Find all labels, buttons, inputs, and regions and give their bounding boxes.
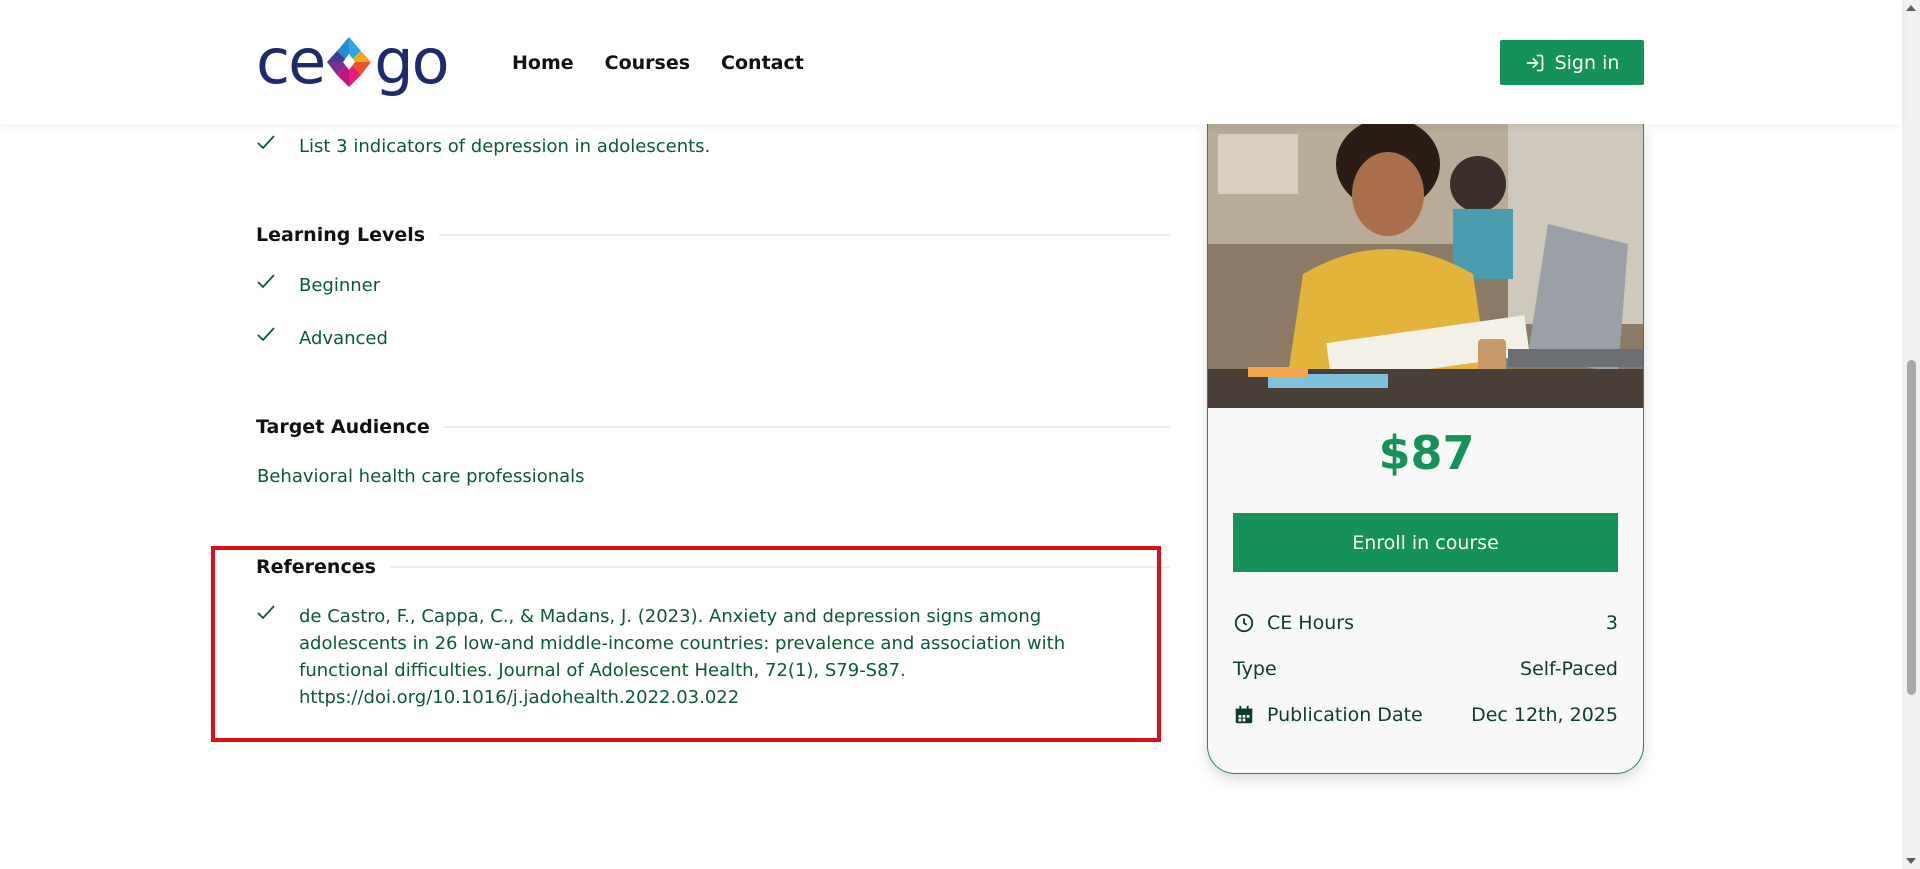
learning-level-item: Beginner [256, 272, 380, 299]
ce-hours-value: 3 [1605, 612, 1618, 634]
type-value: Self-Paced [1520, 658, 1618, 680]
sign-in-button[interactable]: Sign in [1500, 40, 1644, 85]
logo-mark-icon [327, 37, 372, 87]
target-audience-title: Target Audience [256, 416, 430, 438]
publication-date-label: Publication Date [1267, 704, 1423, 726]
check-icon [257, 274, 275, 289]
page-scrollbar[interactable] [1902, 0, 1920, 869]
scroll-up-arrow-icon[interactable] [1906, 5, 1916, 11]
site-header: ce go Home Courses Contact Sign in [0, 0, 1902, 124]
nav-contact[interactable]: Contact [721, 52, 804, 74]
target-audience-text: Behavioral health care professionals [257, 466, 585, 487]
enroll-button[interactable]: Enroll in course [1233, 513, 1618, 572]
sign-in-label: Sign in [1554, 51, 1620, 74]
divider [439, 234, 1170, 236]
scroll-thumb[interactable] [1907, 360, 1916, 695]
ce-hours-row: CE Hours 3 [1233, 612, 1618, 634]
check-icon [257, 327, 275, 342]
publication-date-value: Dec 12th, 2025 [1471, 704, 1618, 726]
publication-date-row: Publication Date Dec 12th, 2025 [1233, 704, 1618, 726]
highlight-box [211, 546, 1161, 742]
nav-home[interactable]: Home [512, 52, 574, 74]
learning-level-text: Beginner [299, 275, 381, 296]
ce-hours-label: CE Hours [1267, 612, 1354, 634]
type-row: Type Self-Paced [1233, 658, 1618, 680]
learning-levels-heading: Learning Levels [256, 224, 1170, 246]
learning-level-item: Advanced [256, 325, 388, 352]
course-card: $87 Enroll in course CE Hours 3 Type Sel… [1207, 124, 1644, 774]
learning-level-text: Advanced [299, 328, 388, 349]
type-label: Type [1233, 658, 1277, 680]
logo-text-right: go [374, 25, 449, 98]
calendar-icon [1235, 705, 1253, 724]
cego-logo[interactable]: ce go [256, 25, 450, 98]
course-image [1208, 124, 1643, 408]
nav-courses[interactable]: Courses [605, 52, 690, 74]
objective-text: List 3 indicators of depression in adole… [299, 136, 711, 157]
divider [443, 426, 1170, 428]
scroll-down-arrow-icon[interactable] [1906, 858, 1916, 864]
logo-text-left: ce [256, 25, 326, 98]
clock-icon [1234, 613, 1254, 633]
course-price: $87 [1378, 426, 1475, 480]
target-audience-heading: Target Audience [256, 416, 1170, 438]
objective-item: List 3 indicators of depression in adole… [256, 133, 710, 160]
learning-levels-title: Learning Levels [256, 224, 426, 246]
main-nav: Home Courses Contact [512, 52, 804, 74]
sign-in-icon [1526, 54, 1543, 71]
check-icon [257, 135, 275, 150]
